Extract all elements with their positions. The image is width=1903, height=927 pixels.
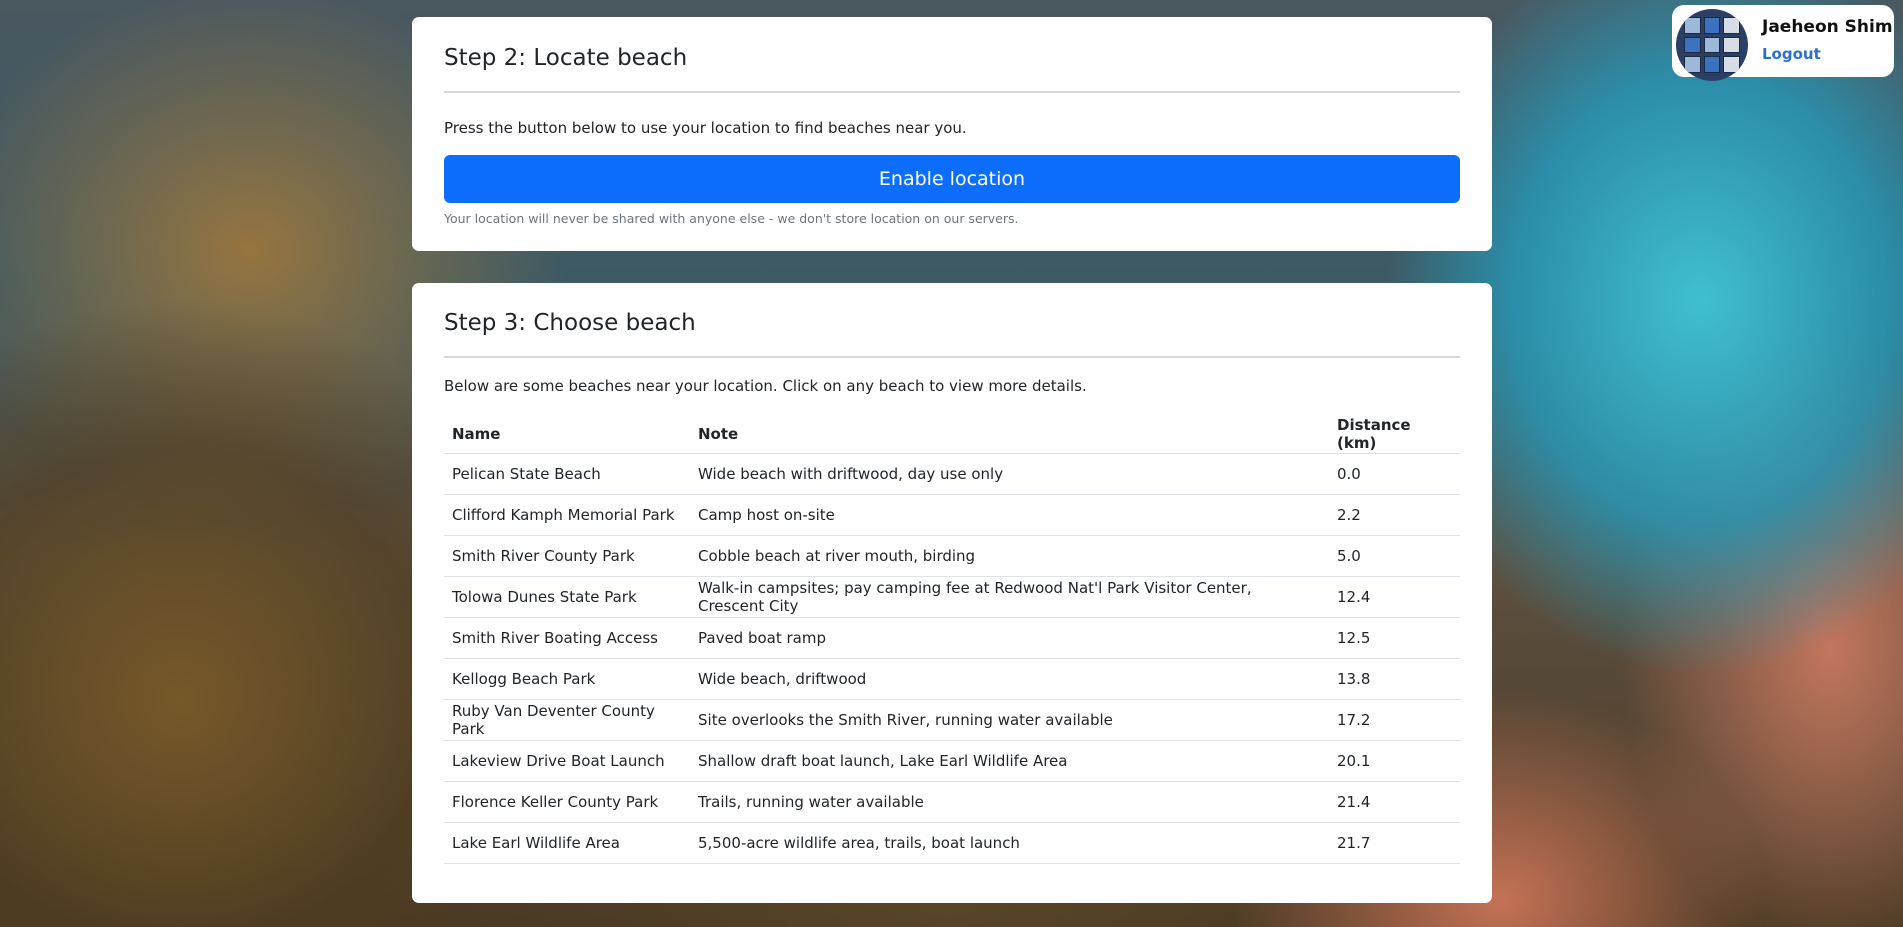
beach-note: Trails, running water available (690, 781, 1329, 824)
beach-name: Kellogg Beach Park (444, 658, 690, 701)
step2-title: Step 2: Locate beach (444, 45, 688, 71)
logout-link[interactable]: Logout (1762, 45, 1821, 63)
beach-distance: 17.2 (1329, 699, 1460, 742)
step3-title: Step 3: Choose beach (444, 310, 696, 336)
table-row[interactable]: Ruby Van Deventer County Park Site overl… (444, 699, 1460, 742)
avatar (1676, 9, 1748, 81)
beach-distance: 12.5 (1329, 617, 1460, 660)
beach-distance: 2.2 (1329, 494, 1460, 537)
table-row[interactable]: Tolowa Dunes State Park Walk-in campsite… (444, 576, 1460, 619)
column-header-note: Note (690, 414, 1329, 455)
beach-name: Lake Earl Wildlife Area (444, 822, 690, 865)
user-profile-card: Jaeheon Shim Logout (1672, 5, 1894, 81)
step3-divider (444, 355, 1460, 358)
step3-instruction: Below are some beaches near your locatio… (444, 376, 1087, 395)
beach-note: Walk-in campsites; pay camping fee at Re… (690, 576, 1329, 619)
user-name: Jaeheon Shim (1762, 17, 1893, 37)
table-row[interactable]: Lake Earl Wildlife Area 5,500-acre wildl… (444, 822, 1460, 865)
step2-instruction: Press the button below to use your locat… (444, 118, 967, 137)
beach-note: Camp host on-site (690, 494, 1329, 537)
beach-distance: 21.4 (1329, 781, 1460, 824)
table-row[interactable]: Smith River Boating Access Paved boat ra… (444, 617, 1460, 660)
beach-distance: 0.0 (1329, 453, 1460, 496)
beach-note: Shallow draft boat launch, Lake Earl Wil… (690, 740, 1329, 783)
step2-divider (444, 90, 1460, 93)
beach-note: Site overlooks the Smith River, running … (690, 699, 1329, 742)
beach-distance: 21.7 (1329, 822, 1460, 865)
table-row[interactable]: Lakeview Drive Boat Launch Shallow draft… (444, 740, 1460, 783)
beach-distance: 13.8 (1329, 658, 1460, 701)
table-row[interactable]: Kellogg Beach Park Wide beach, driftwood… (444, 658, 1460, 701)
beach-name: Smith River County Park (444, 535, 690, 578)
beach-distance: 20.1 (1329, 740, 1460, 783)
table-row[interactable]: Smith River County Park Cobble beach at … (444, 535, 1460, 578)
locate-beach-card: Step 2: Locate beach Press the button be… (412, 17, 1492, 251)
beach-note: Wide beach with driftwood, day use only (690, 453, 1329, 496)
column-header-name: Name (444, 414, 690, 455)
beach-name: Tolowa Dunes State Park (444, 576, 690, 619)
table-header-row: Name Note Distance (km) (444, 414, 1460, 455)
enable-location-button[interactable]: Enable location (444, 155, 1460, 204)
privacy-note: Your location will never be shared with … (444, 211, 1019, 227)
beach-name: Clifford Kamph Memorial Park (444, 494, 690, 537)
table-row[interactable]: Clifford Kamph Memorial Park Camp host o… (444, 494, 1460, 537)
beach-name: Ruby Van Deventer County Park (444, 699, 690, 742)
beach-name: Florence Keller County Park (444, 781, 690, 824)
column-header-distance: Distance (km) (1329, 414, 1460, 455)
beach-name: Pelican State Beach (444, 453, 690, 496)
beach-table: Name Note Distance (km) Pelican State Be… (444, 414, 1460, 865)
beach-name: Smith River Boating Access (444, 617, 690, 660)
beach-note: Wide beach, driftwood (690, 658, 1329, 701)
avatar-image (1684, 17, 1740, 73)
beach-note: Cobble beach at river mouth, birding (690, 535, 1329, 578)
table-row[interactable]: Florence Keller County Park Trails, runn… (444, 781, 1460, 824)
beach-name: Lakeview Drive Boat Launch (444, 740, 690, 783)
beach-note: Paved boat ramp (690, 617, 1329, 660)
beach-distance: 12.4 (1329, 576, 1460, 619)
table-row[interactable]: Pelican State Beach Wide beach with drif… (444, 453, 1460, 496)
choose-beach-card: Step 3: Choose beach Below are some beac… (412, 283, 1492, 903)
beach-distance: 5.0 (1329, 535, 1460, 578)
beach-note: 5,500-acre wildlife area, trails, boat l… (690, 822, 1329, 865)
